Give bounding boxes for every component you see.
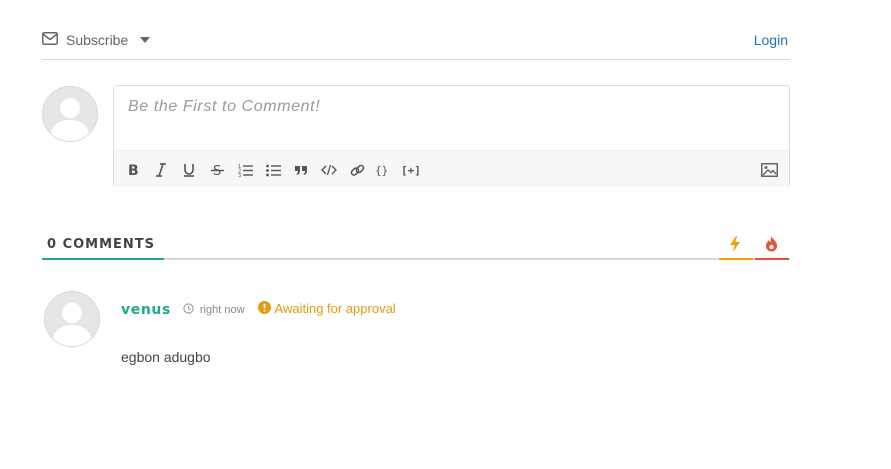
current-user-avatar xyxy=(42,86,98,142)
comments-tabs: 0 COMMENTS xyxy=(42,228,790,260)
envelope-icon xyxy=(42,30,58,49)
hot-underline xyxy=(755,258,789,260)
subscribe-button[interactable]: Subscribe xyxy=(42,30,151,49)
newest-underline xyxy=(719,258,753,260)
spoiler-icon[interactable]: [+] xyxy=(400,161,424,179)
comments-header: Subscribe Login xyxy=(42,22,790,60)
comment-meta: venus right now Awaiting for approval xyxy=(121,300,396,320)
code-icon[interactable] xyxy=(319,161,339,179)
svg-text:3: 3 xyxy=(238,173,241,177)
underline-icon[interactable] xyxy=(179,161,199,179)
bold-icon[interactable]: B xyxy=(123,161,143,179)
approval-status: Awaiting for approval xyxy=(257,300,396,317)
comments-count: 0 xyxy=(47,237,58,252)
chevron-down-icon[interactable] xyxy=(140,36,151,43)
subscribe-label: Subscribe xyxy=(66,31,129,48)
comment-editor[interactable]: Be the First to Comment! B S 123 {} [+] xyxy=(113,85,790,187)
comments-count-label: 0 COMMENTS xyxy=(47,237,155,252)
login-link[interactable]: Login xyxy=(754,32,788,48)
sort-newest-button[interactable] xyxy=(719,228,753,260)
italic-icon[interactable] xyxy=(151,161,171,179)
strikethrough-icon[interactable]: S xyxy=(207,161,227,179)
active-tab-underline xyxy=(42,258,164,260)
tab-comments[interactable]: 0 COMMENTS xyxy=(42,228,164,260)
editor-toolbar: B S 123 {} [+] xyxy=(114,150,789,187)
bullet-list-icon[interactable] xyxy=(263,161,283,179)
ordered-list-icon[interactable]: 123 xyxy=(235,161,255,179)
comment-body: egbon adugbo xyxy=(121,349,211,365)
svg-text:{}: {} xyxy=(375,164,388,177)
comment-input[interactable]: Be the First to Comment! xyxy=(128,98,320,116)
blockquote-icon[interactable] xyxy=(291,161,311,179)
sort-hot-button[interactable] xyxy=(755,228,789,260)
svg-text:[+]: [+] xyxy=(401,164,421,177)
link-icon[interactable] xyxy=(347,161,367,179)
comment-time[interactable]: right now xyxy=(183,303,245,317)
svg-text:B: B xyxy=(128,163,139,177)
image-icon[interactable] xyxy=(759,161,779,179)
code-block-icon[interactable]: {} xyxy=(372,161,392,179)
clock-icon xyxy=(183,303,194,317)
comment-author[interactable]: venus xyxy=(121,302,171,318)
comment-time-text: right now xyxy=(199,304,245,316)
flame-icon xyxy=(765,236,778,256)
bolt-icon xyxy=(729,236,741,256)
comment-avatar xyxy=(44,291,100,347)
exclamation-circle-icon xyxy=(257,300,271,317)
approval-status-text: Awaiting for approval xyxy=(274,301,396,316)
comments-label: COMMENTS xyxy=(62,237,156,252)
